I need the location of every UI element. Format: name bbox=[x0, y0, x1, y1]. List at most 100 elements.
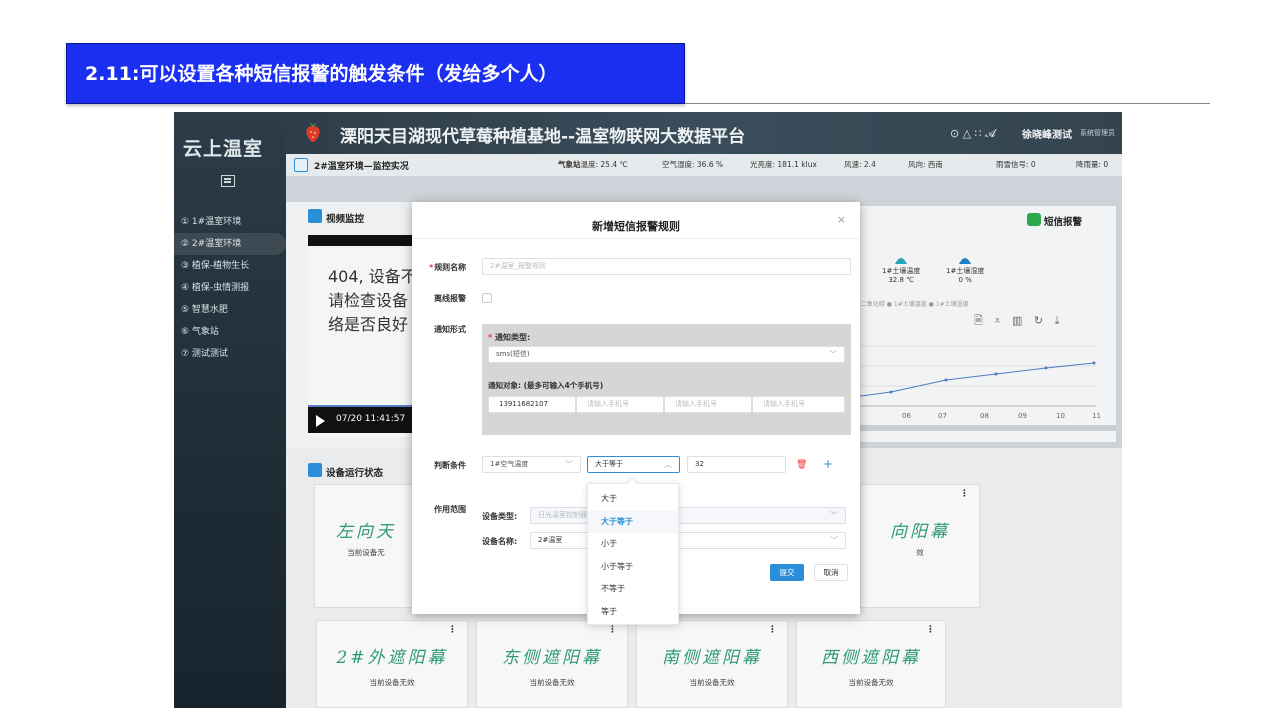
operator-option[interactable]: 小于等于 bbox=[588, 556, 678, 579]
slide-title: 2.11:可以设置各种短信报警的触发条件（发给多个人） bbox=[66, 43, 685, 104]
soil-temp-reading: 1#土壤温度 32.8 ℃ bbox=[882, 250, 920, 285]
collapse-menu-icon[interactable] bbox=[221, 175, 235, 187]
condition-label: 判断条件 bbox=[434, 461, 466, 470]
run-status-title: 设备运行状态 bbox=[326, 468, 384, 479]
submit-button[interactable]: 提交 bbox=[770, 564, 804, 581]
rule-name-input[interactable]: 2#温室_报警规则 bbox=[482, 258, 851, 275]
soil-humidity-icon bbox=[959, 258, 972, 264]
more-icon[interactable]: ⋮ bbox=[448, 625, 457, 635]
video-time: 07/20 11:41:57 bbox=[336, 414, 406, 424]
chevron-down-icon: ﹀ bbox=[829, 350, 837, 359]
home-icon[interactable] bbox=[294, 158, 308, 172]
device-card[interactable]: ⋮ 东侧遮阳幕 当前设备无效 bbox=[476, 620, 628, 708]
chevron-down-icon: ﹀ bbox=[565, 460, 573, 469]
delete-icon[interactable]: 🗑 bbox=[796, 460, 807, 470]
x-tick: 07 bbox=[938, 412, 947, 420]
offline-alarm-label: 离线报警 bbox=[434, 294, 466, 303]
device-card[interactable]: ⋮ 2#外遮阳幕 当前设备无效 bbox=[316, 620, 468, 708]
notify-type-select[interactable]: sms(短信) ﹀ bbox=[488, 346, 845, 363]
device-card[interactable]: ⋮ 向阳幕 效 bbox=[860, 484, 980, 608]
title-divider bbox=[685, 103, 1210, 104]
sidebar-item-6[interactable]: ⑥ 气象站 bbox=[174, 321, 286, 343]
strawberry-logo-icon bbox=[306, 122, 320, 142]
dialog-title: 新增短信报警规则 bbox=[592, 220, 680, 233]
phone-input-2[interactable]: 请输入手机号 bbox=[576, 396, 664, 413]
light-value: 光亮度: 181.1 klux bbox=[750, 160, 817, 169]
device-card[interactable]: ⋮ 西侧遮阳幕 当前设备无效 bbox=[796, 620, 946, 708]
phone-input-3[interactable]: 请输入手机号 bbox=[664, 396, 752, 413]
chart-panel: 短信报警 1#土壤温度 32.8 ℃ 1#土壤湿度 0 % 1#二氧化碳 ● 1#土… bbox=[846, 206, 1116, 442]
device-name-select[interactable]: 2#温室 ﹀ bbox=[530, 532, 846, 549]
rule-name-label: *规则名称 bbox=[429, 263, 467, 272]
chart-scrollbar[interactable] bbox=[846, 425, 1116, 431]
phone-input-4[interactable]: 请输入手机号 bbox=[752, 396, 845, 413]
sidebar: 云上温室 ① 1#温室环境 ② 2#温室环境 ③ 植保-植物生长 ④ 植保-虫情… bbox=[174, 112, 286, 708]
operator-dropdown: 大于 大于等于 小于 小于等于 不等于 等于 bbox=[587, 477, 679, 625]
sidebar-item-4[interactable]: ④ 植保-虫情测报 bbox=[174, 277, 286, 299]
wind-speed: 风速: 2.4 bbox=[844, 160, 876, 169]
system-title: 溧阳天目湖现代草莓种植基地--温室物联网大数据平台 bbox=[340, 127, 746, 147]
page-title: 2#温室环境—监控实况 bbox=[314, 162, 409, 172]
header-tool-icons[interactable]: ⊙ △ ∷ 𝓐 bbox=[950, 127, 996, 141]
sidebar-item-2[interactable]: ② 2#温室环境 bbox=[174, 233, 286, 255]
notify-type-label: * 通知类型: bbox=[488, 333, 531, 342]
scope-label: 作用范围 bbox=[434, 505, 466, 514]
station-label: 气象站温度: 25.4 ℃ bbox=[558, 160, 628, 169]
notify-form-label: 通知形式 bbox=[434, 325, 466, 334]
video-player[interactable]: 404, 设备不 请检查设备 络是否良好 07/20 11:41:57 bbox=[308, 235, 417, 437]
soil-temp-icon bbox=[895, 258, 908, 264]
x-tick: 09 bbox=[1018, 412, 1027, 420]
sidebar-item-3[interactable]: ③ 植保-植物生长 bbox=[174, 255, 286, 277]
chart-legend[interactable]: 1#二氧化碳 ● 1#土壤温度 ● 1#土壤湿度 bbox=[852, 299, 969, 308]
soil-humidity-reading: 1#土壤湿度 0 % bbox=[946, 250, 984, 285]
more-icon[interactable]: ⋮ bbox=[960, 489, 969, 499]
x-tick: 10 bbox=[1056, 412, 1065, 420]
cancel-button[interactable]: 取消 bbox=[814, 564, 848, 581]
condition-field-select[interactable]: 1#空气温度 ﹀ bbox=[482, 456, 581, 473]
sidebar-item-5[interactable]: ⑤ 智慧水肥 bbox=[174, 299, 286, 321]
operator-option[interactable]: 大于 bbox=[588, 488, 678, 511]
offline-alarm-checkbox[interactable] bbox=[482, 293, 492, 303]
condition-operator-select[interactable]: 大于等于 ︿ bbox=[587, 456, 680, 473]
video-top-bar bbox=[308, 235, 414, 246]
add-icon[interactable]: + bbox=[823, 457, 833, 471]
user-name[interactable]: 徐晓峰测试 bbox=[1022, 126, 1072, 141]
x-tick: 06 bbox=[902, 412, 911, 420]
phone-input-1[interactable]: 13911682107 bbox=[488, 396, 576, 413]
rainfall: 降雨量: 0 bbox=[1076, 160, 1109, 169]
operator-option-selected[interactable]: 大于等于 bbox=[588, 510, 678, 533]
dialog-header: 新增短信报警规则 × bbox=[412, 202, 860, 239]
play-icon[interactable] bbox=[316, 415, 325, 427]
chevron-down-icon: ﹀ bbox=[830, 511, 838, 520]
video-icon bbox=[308, 209, 322, 223]
more-icon[interactable]: ⋮ bbox=[768, 625, 777, 635]
sidebar-item-7[interactable]: ⑦ 测试测试 bbox=[174, 343, 286, 365]
trend-chart bbox=[846, 345, 1096, 407]
status-icon bbox=[308, 463, 322, 477]
brand-logo: 云上温室 bbox=[183, 138, 264, 160]
device-card[interactable]: 左向天 当前设备无 bbox=[314, 484, 418, 608]
user-role: 系统管理员 bbox=[1080, 129, 1115, 137]
condition-value-input[interactable]: 32 bbox=[687, 456, 786, 473]
chevron-down-icon: ﹀ bbox=[830, 536, 838, 545]
device-type-select[interactable]: 日光温室控制器 ﹀ bbox=[530, 507, 846, 524]
x-tick: 11 bbox=[1092, 412, 1101, 420]
phone-icon bbox=[1027, 213, 1041, 226]
air-humidity: 空气湿度: 36.6 % bbox=[662, 160, 724, 169]
sidebar-item-1[interactable]: ① 1#温室环境 bbox=[174, 211, 286, 233]
breadcrumb: 2#温室环境—监控实况 气象站温度: 25.4 ℃ 空气湿度: 36.6 % 光… bbox=[286, 154, 1122, 176]
x-tick: 08 bbox=[980, 412, 989, 420]
operator-option[interactable]: 小于 bbox=[588, 533, 678, 556]
sms-alarm-button[interactable]: 短信报警 bbox=[1027, 213, 1082, 228]
device-card[interactable]: ⋮ 南侧遮阳幕 当前设备无效 bbox=[636, 620, 788, 708]
device-name-label: 设备名称: bbox=[482, 537, 518, 546]
video-controls: 07/20 11:41:57 bbox=[308, 407, 414, 433]
device-type-label: 设备类型: bbox=[482, 512, 518, 521]
close-icon[interactable]: × bbox=[837, 213, 846, 226]
more-icon[interactable]: ⋮ bbox=[608, 625, 617, 635]
operator-option[interactable]: 不等于 bbox=[588, 578, 678, 601]
video-error-text: 404, 设备不 请检查设备 络是否良好 bbox=[328, 267, 417, 334]
operator-option[interactable]: 等于 bbox=[588, 601, 678, 624]
more-icon[interactable]: ⋮ bbox=[926, 625, 935, 635]
wind-direction: 风向: 西南 bbox=[908, 160, 943, 169]
